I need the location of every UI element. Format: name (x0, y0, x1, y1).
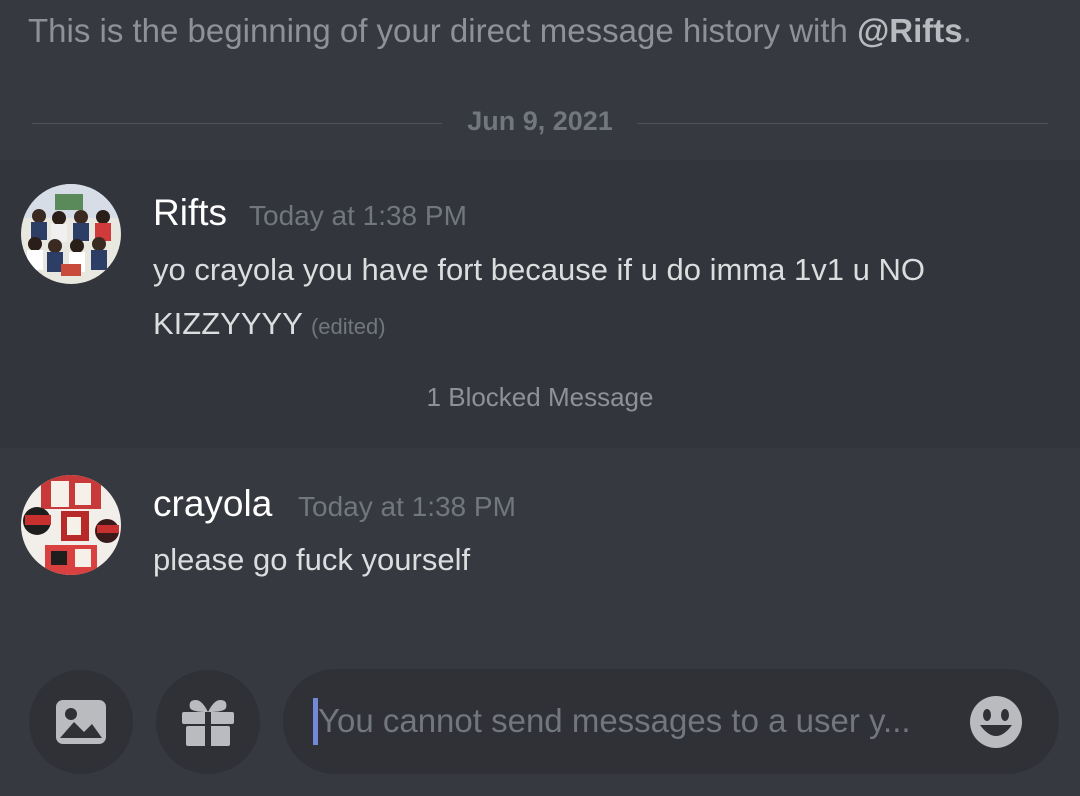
message-timestamp: Today at 1:38 PM (249, 200, 467, 231)
avatar-rifts[interactable] (21, 184, 121, 284)
avatar-rifts-image (21, 184, 121, 284)
emoji-button[interactable] (969, 695, 1023, 749)
message-content-line: KIZZYYYY (edited) (153, 297, 925, 354)
gift-icon (182, 700, 234, 746)
image-icon (56, 700, 106, 744)
date-divider-line-right (637, 123, 1048, 124)
blocked-message-notice[interactable]: 1 Blocked Message (0, 382, 1080, 413)
message-content-line: yo crayola you have fort because if u do… (153, 252, 925, 287)
avatar-crayola[interactable] (21, 475, 121, 575)
message-input-placeholder: You cannot send messages to a user y... (318, 702, 911, 739)
user-mention[interactable]: @Rifts (857, 12, 963, 49)
message-content-line: please go fuck yourself (153, 542, 471, 577)
emoji-icon (970, 696, 1022, 748)
date-divider-label: Jun 9, 2021 (467, 106, 613, 136)
message-username[interactable]: Rifts (153, 192, 227, 234)
message-timestamp: Today at 1:38 PM (298, 491, 516, 522)
dm-history-intro: This is the beginning of your direct mes… (28, 12, 972, 50)
edited-label: (edited) (310, 314, 386, 339)
message-content: yo crayola you have fort because if u do… (153, 243, 925, 354)
intro-period: . (962, 12, 972, 49)
gift-button[interactable] (156, 670, 260, 774)
avatar-crayola-image (21, 475, 121, 575)
message-content-text: KIZZYYYY (153, 306, 303, 341)
message-input[interactable]: You cannot send messages to a user y... (283, 669, 1059, 774)
attach-image-button[interactable] (29, 670, 133, 774)
message-content: please go fuck yourself (153, 533, 470, 587)
date-divider-line-left (32, 123, 442, 124)
message-username[interactable]: crayola (153, 483, 272, 525)
intro-text: This is the beginning of your direct mes… (28, 12, 858, 49)
